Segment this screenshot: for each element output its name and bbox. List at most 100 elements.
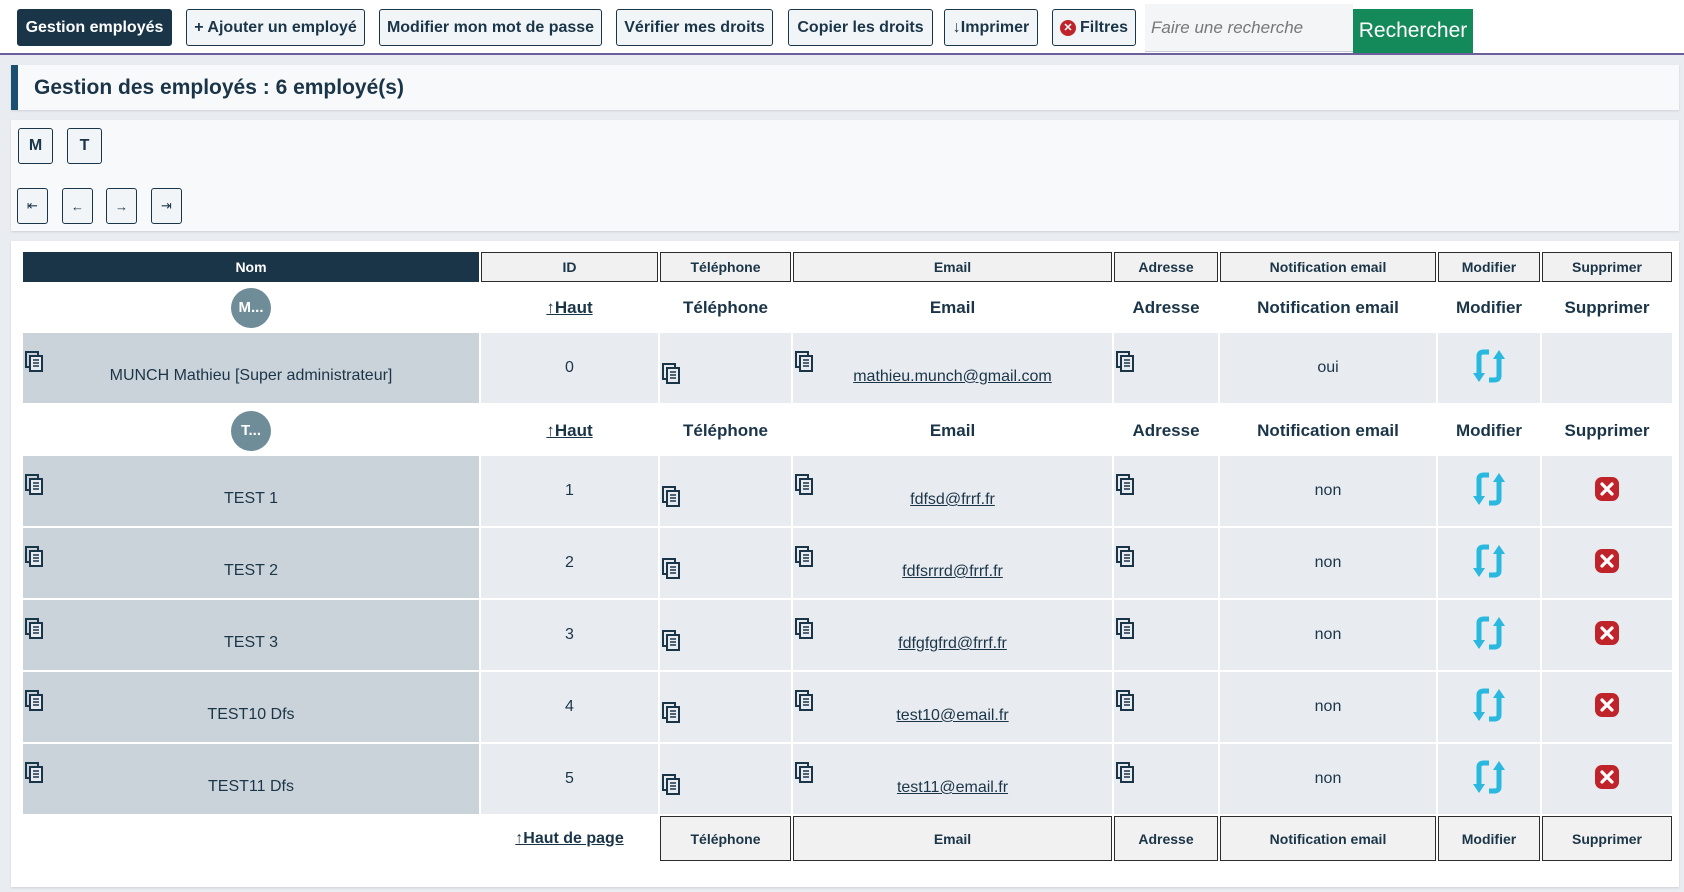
letter-filter-t[interactable]: T (67, 128, 102, 164)
cell-id: 4 (481, 672, 658, 744)
copy-icon[interactable] (662, 363, 680, 385)
copy-icon[interactable] (25, 474, 43, 496)
cell-supprimer (1542, 600, 1672, 672)
delete-icon[interactable] (1594, 764, 1620, 795)
copy-icon[interactable] (795, 474, 813, 496)
copy-icon[interactable] (1116, 762, 1134, 784)
pager-last-button[interactable]: ⇥ (151, 188, 182, 224)
copy-icon[interactable] (662, 630, 680, 652)
email-link[interactable]: test11@email.fr (793, 761, 1112, 797)
pager-prev-button[interactable]: ← (62, 188, 93, 224)
filters-label: Filtres (1079, 18, 1128, 36)
email-link[interactable]: test10@email.fr (793, 689, 1112, 725)
cell-adresse (1114, 744, 1218, 816)
delete-icon[interactable] (1594, 476, 1620, 507)
copy-icon[interactable] (1116, 618, 1134, 640)
column-header-email[interactable]: Email (793, 252, 1112, 282)
group-haut-cell: ↑Haut (481, 282, 658, 333)
column-header-id[interactable]: ID (481, 252, 658, 282)
cell-id: 0 (481, 333, 658, 405)
group-subheader-email: Email (793, 405, 1112, 456)
copy-icon[interactable] (25, 690, 43, 712)
cell-modifier (1438, 744, 1540, 816)
employee-name: TEST 2 (224, 562, 278, 579)
copy-icon[interactable] (662, 486, 680, 508)
group-subheader-notification: Notification email (1220, 405, 1436, 456)
cell-adresse (1114, 600, 1218, 672)
group-subheader-telephone: Téléphone (660, 405, 791, 456)
cell-modifier (1438, 600, 1540, 672)
modify-icon[interactable] (1469, 614, 1509, 657)
email-link[interactable]: mathieu.munch@gmail.com (793, 350, 1112, 386)
back-to-top-link[interactable]: ↑Haut (546, 421, 592, 440)
column-header-notification[interactable]: Notification email (1220, 252, 1436, 282)
letter-filter-m[interactable]: M (18, 128, 53, 164)
copy-icon[interactable] (662, 702, 680, 724)
cell-nom: TEST 1 (23, 456, 479, 528)
employee-name: TEST11 Dfs (208, 778, 294, 795)
copy-icon[interactable] (1116, 546, 1134, 568)
add-employee-button[interactable]: + Ajouter un employé (186, 9, 365, 46)
copy-icon[interactable] (25, 546, 43, 568)
copy-icon[interactable] (25, 351, 43, 373)
column-header-nom[interactable]: Nom (23, 252, 479, 282)
copy-icon[interactable] (662, 558, 680, 580)
cell-supprimer (1542, 456, 1672, 528)
copy-icon[interactable] (25, 618, 43, 640)
cell-adresse (1114, 333, 1218, 405)
delete-icon[interactable] (1594, 692, 1620, 723)
cell-modifier (1438, 528, 1540, 600)
table-header: Nom ID Téléphone Email Adresse Notificat… (23, 252, 1672, 282)
print-button[interactable]: ↓Imprimer (944, 9, 1038, 46)
copy-icon[interactable] (795, 618, 813, 640)
cell-email: fdfgfgfrd@frrf.fr (793, 600, 1112, 672)
modify-icon[interactable] (1469, 542, 1509, 585)
table-row: MUNCH Mathieu [Super administrateur] 0 ma… (23, 333, 1672, 405)
back-to-top-link[interactable]: ↑Haut (546, 298, 592, 317)
column-header-telephone[interactable]: Téléphone (660, 252, 791, 282)
copy-icon[interactable] (1116, 351, 1134, 373)
column-header-adresse[interactable]: Adresse (1114, 252, 1218, 282)
cell-modifier (1438, 456, 1540, 528)
modify-icon[interactable] (1469, 686, 1509, 729)
filters-button[interactable]: ✕ Filtres (1052, 9, 1136, 46)
copy-icon[interactable] (662, 774, 680, 796)
cell-adresse (1114, 672, 1218, 744)
gestion-employes-button[interactable]: Gestion employés (17, 9, 172, 46)
copy-icon[interactable] (25, 762, 43, 784)
search-button[interactable]: Rechercher (1353, 9, 1473, 53)
back-to-top-link[interactable]: ↑Haut de page (515, 830, 623, 847)
group-subheader-modifier: Modifier (1438, 282, 1540, 333)
search-input[interactable] (1145, 4, 1353, 52)
page-title: Gestion des employés : 6 employé(s) (34, 75, 404, 99)
copy-icon[interactable] (795, 546, 813, 568)
email-link[interactable]: fdfgfgfrd@frrf.fr (793, 617, 1112, 653)
check-rights-button[interactable]: Vérifier mes droits (616, 9, 773, 46)
group-subheader-supprimer: Supprimer (1542, 282, 1672, 333)
copy-icon[interactable] (1116, 474, 1134, 496)
modify-icon[interactable] (1469, 470, 1509, 513)
modify-icon[interactable] (1469, 347, 1509, 390)
modify-icon[interactable] (1469, 758, 1509, 801)
pager-next-button[interactable]: → (106, 188, 137, 224)
pager-first-button[interactable]: ⇤ (17, 188, 48, 224)
cell-email: fdfsrrrd@frrf.fr (793, 528, 1112, 600)
change-password-button[interactable]: Modifier mon mot de passe (379, 9, 602, 46)
copy-icon[interactable] (1116, 690, 1134, 712)
copy-icon[interactable] (795, 690, 813, 712)
cell-id: 5 (481, 744, 658, 816)
email-link[interactable]: fdfsd@frrf.fr (793, 473, 1112, 509)
copy-icon[interactable] (795, 351, 813, 373)
copy-icon[interactable] (795, 762, 813, 784)
cell-notification: non (1220, 600, 1436, 672)
copy-rights-button[interactable]: Copier les droits (788, 9, 933, 46)
column-header-supprimer[interactable]: Supprimer (1542, 252, 1672, 282)
email-link[interactable]: fdfsrrrd@frrf.fr (793, 545, 1112, 581)
column-header-modifier[interactable]: Modifier (1438, 252, 1540, 282)
group-subheader-adresse: Adresse (1114, 405, 1218, 456)
footer-column-supprimer: Supprimer (1542, 816, 1672, 861)
delete-icon[interactable] (1594, 620, 1620, 651)
group-haut-cell: ↑Haut (481, 405, 658, 456)
cell-email: fdfsd@frrf.fr (793, 456, 1112, 528)
delete-icon[interactable] (1594, 548, 1620, 579)
